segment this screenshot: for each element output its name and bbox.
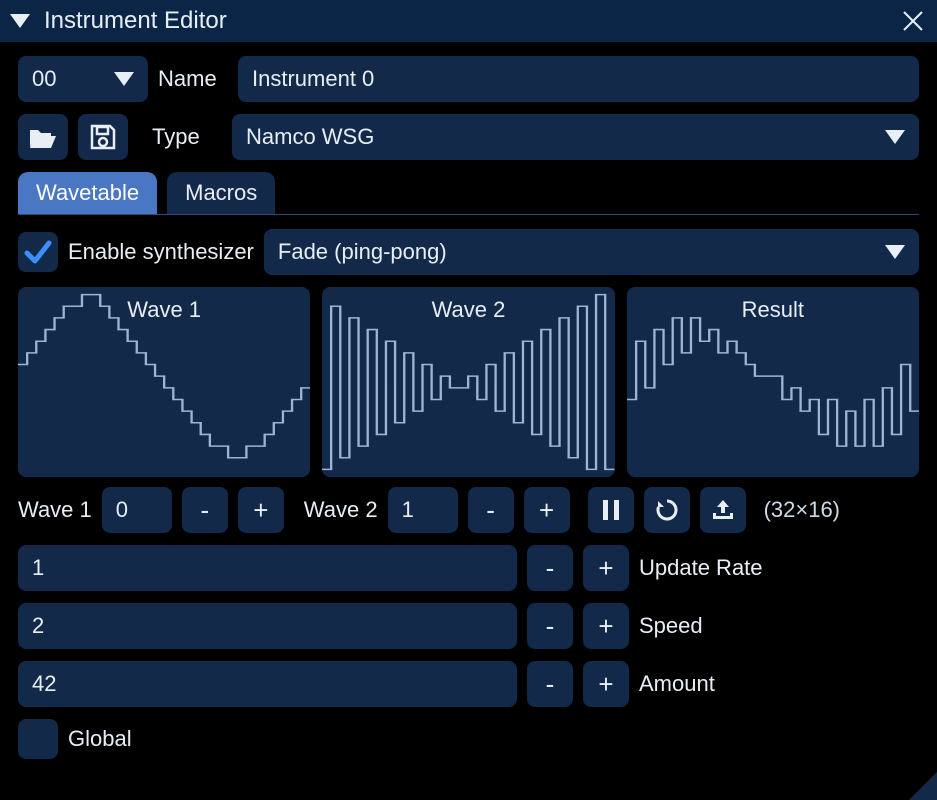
type-value: Namco WSG (246, 124, 374, 150)
global-checkbox[interactable] (18, 719, 58, 759)
update-rate-minus-button[interactable]: - (527, 545, 573, 591)
speed-input[interactable]: 2 (18, 603, 517, 649)
wave2-value: 1 (402, 497, 414, 523)
upload-icon (711, 498, 735, 522)
pause-icon (601, 499, 621, 521)
close-button[interactable] (899, 7, 927, 35)
update-rate-input[interactable]: 1 (18, 545, 517, 591)
speed-plus-button[interactable]: + (583, 603, 629, 649)
restart-button[interactable] (644, 487, 690, 533)
chevron-down-icon (114, 66, 134, 92)
amount-plus-button[interactable]: + (583, 661, 629, 707)
wave-dims: (32×16) (764, 497, 840, 523)
collapse-toggle[interactable] (10, 8, 30, 34)
enable-synth-checkbox[interactable] (18, 232, 58, 272)
synth-mode-select[interactable]: Fade (ping-pong) (264, 229, 919, 275)
wave2-plot (322, 287, 614, 477)
restart-icon (655, 498, 679, 522)
wave1-minus-button[interactable]: - (182, 487, 228, 533)
check-icon (23, 237, 53, 267)
update-rate-plus-button[interactable]: + (583, 545, 629, 591)
folder-open-icon (29, 125, 57, 149)
wave2-value-input[interactable]: 1 (388, 487, 458, 533)
update-rate-value: 1 (32, 555, 44, 581)
wave1-label: Wave 1 (18, 497, 92, 523)
instrument-number-value: 00 (32, 66, 56, 92)
amount-label: Amount (639, 671, 919, 697)
wave2-preview[interactable]: Wave 2 (322, 287, 614, 477)
titlebar: Instrument Editor (0, 0, 937, 42)
amount-input[interactable]: 42 (18, 661, 517, 707)
upload-button[interactable] (700, 487, 746, 533)
wave2-minus-button[interactable]: - (468, 487, 514, 533)
wave2-label: Wave 2 (304, 497, 378, 523)
result-plot (627, 287, 919, 477)
amount-value: 42 (32, 671, 56, 697)
speed-value: 2 (32, 613, 44, 639)
enable-synth-label: Enable synthesizer (68, 239, 254, 265)
wave2-plus-button[interactable]: + (524, 487, 570, 533)
speed-label: Speed (639, 613, 919, 639)
name-value: Instrument 0 (252, 66, 374, 92)
pause-button[interactable] (588, 487, 634, 533)
wave1-preview[interactable]: Wave 1 (18, 287, 310, 477)
wave1-plot (18, 287, 310, 477)
save-button[interactable] (78, 114, 128, 160)
type-select[interactable]: Namco WSG (232, 114, 919, 160)
instrument-number-select[interactable]: 00 (18, 56, 148, 102)
wave1-value-input[interactable]: 0 (102, 487, 172, 533)
wave1-plus-button[interactable]: + (238, 487, 284, 533)
save-icon (90, 124, 116, 150)
name-label: Name (158, 66, 228, 92)
open-button[interactable] (18, 114, 68, 160)
global-label: Global (68, 726, 132, 752)
type-label: Type (152, 124, 222, 150)
chevron-down-icon (885, 124, 905, 150)
speed-minus-button[interactable]: - (527, 603, 573, 649)
chevron-down-icon (885, 239, 905, 265)
resize-grip[interactable] (909, 772, 937, 800)
synth-mode-value: Fade (ping-pong) (278, 239, 447, 265)
tab-wavetable[interactable]: Wavetable (18, 172, 157, 214)
update-rate-label: Update Rate (639, 555, 919, 581)
result-preview[interactable]: Result (627, 287, 919, 477)
wave1-value: 0 (116, 497, 128, 523)
name-input[interactable]: Instrument 0 (238, 56, 919, 102)
tab-bar: Wavetable Macros (18, 172, 919, 215)
amount-minus-button[interactable]: - (527, 661, 573, 707)
tab-macros[interactable]: Macros (167, 172, 275, 214)
window-title: Instrument Editor (44, 7, 899, 35)
